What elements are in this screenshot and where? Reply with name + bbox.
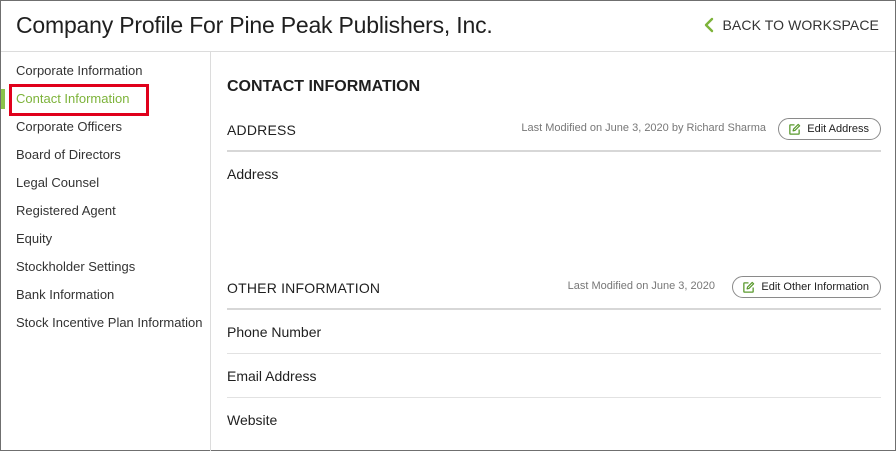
chevron-left-icon [705,17,714,33]
email-address-label: Email Address [227,368,317,384]
other-information-heading: OTHER INFORMATION [227,280,381,296]
page-header: Company Profile For Pine Peak Publishers… [1,1,895,52]
phone-number-label: Phone Number [227,324,322,340]
sidebar-item-equity[interactable]: Equity [16,231,52,246]
address-field-label: Address [227,166,279,182]
edit-address-label: Edit Address [807,123,869,135]
sidebar-item-bank-information[interactable]: Bank Information [16,287,114,302]
other-information-divider [227,308,881,310]
active-indicator [1,89,5,109]
app-window: Company Profile For Pine Peak Publishers… [0,0,896,451]
edit-other-information-button[interactable]: Edit Other Information [732,276,881,298]
sidebar-item-stock-incentive-plan-information[interactable]: Stock Incentive Plan Information [16,315,202,330]
address-heading: ADDRESS [227,122,297,138]
sidebar-item-stockholder-settings[interactable]: Stockholder Settings [16,259,135,274]
sidebar-item-legal-counsel[interactable]: Legal Counsel [16,175,99,190]
selection-highlight-box [9,84,149,116]
back-to-workspace-label: BACK TO WORKSPACE [722,17,879,33]
sidebar-item-registered-agent[interactable]: Registered Agent [16,203,116,218]
other-information-last-modified: Last Modified on June 3, 2020 [567,280,715,292]
main-content: CONTACT INFORMATION ADDRESS Last Modifie… [212,52,895,451]
sidebar-item-corporate-officers[interactable]: Corporate Officers [16,119,122,134]
edit-icon [789,123,801,135]
address-last-modified: Last Modified on June 3, 2020 by Richard… [521,122,766,134]
page-title: Company Profile For Pine Peak Publishers… [16,12,493,38]
section-title: CONTACT INFORMATION [227,78,421,95]
edit-address-button[interactable]: Edit Address [778,118,881,140]
field-divider [227,397,881,398]
edit-other-information-label: Edit Other Information [761,281,869,293]
edit-icon [743,281,755,293]
address-divider [227,150,881,152]
field-divider [227,353,881,354]
sidebar-item-corporate-information[interactable]: Corporate Information [16,63,142,78]
back-to-workspace-link[interactable]: BACK TO WORKSPACE [702,17,879,33]
sidebar-item-board-of-directors[interactable]: Board of Directors [16,147,121,162]
sidebar-nav: Corporate Information Contact Informatio… [1,52,211,451]
website-label: Website [227,412,278,428]
